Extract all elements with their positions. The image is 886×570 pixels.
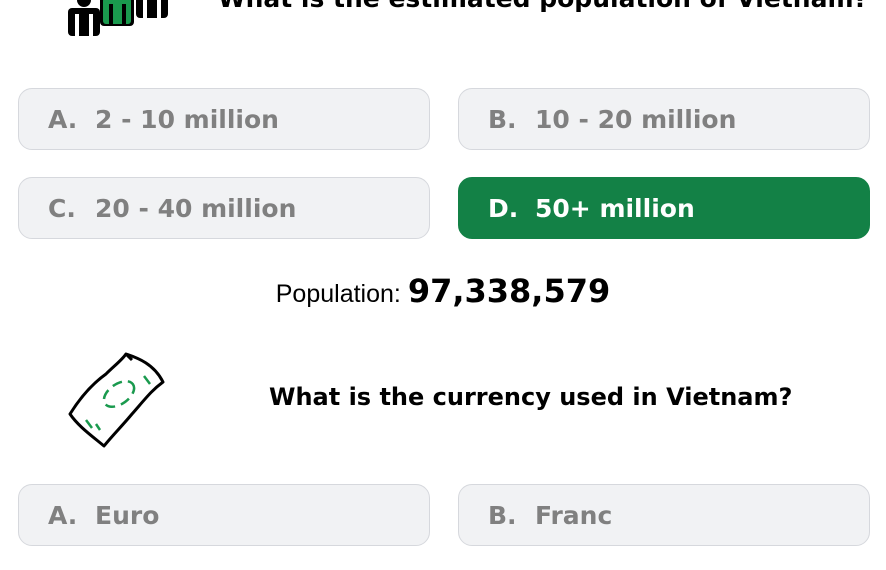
option-label: Euro xyxy=(95,500,160,530)
option-letter: B. xyxy=(488,104,517,134)
q2-option-b[interactable]: B. Franc xyxy=(458,484,870,546)
option-letter: D. xyxy=(488,193,519,223)
money-bill-icon xyxy=(68,352,165,448)
option-letter: C. xyxy=(48,193,76,223)
q1-option-b[interactable]: B. 10 - 20 million xyxy=(458,88,870,150)
question-2-text: What is the currency used in Vietnam? xyxy=(269,383,793,411)
population-label: Population: xyxy=(275,280,401,308)
people-group-icon xyxy=(68,0,168,36)
q1-option-a[interactable]: A. 2 - 10 million xyxy=(18,88,430,150)
option-label: 2 - 10 million xyxy=(95,104,279,134)
option-letter: B. xyxy=(488,500,517,530)
option-label: 10 - 20 million xyxy=(535,104,737,134)
option-letter: A. xyxy=(48,500,78,530)
option-label: 20 - 40 million xyxy=(95,193,297,223)
option-label: 50+ million xyxy=(535,193,695,223)
option-letter: A. xyxy=(48,104,78,134)
question-1-text: What is the estimated population of Viet… xyxy=(218,0,868,13)
q2-option-a[interactable]: A. Euro xyxy=(18,484,430,546)
population-value: 97,338,579 xyxy=(407,272,611,310)
q1-option-c[interactable]: C. 20 - 40 million xyxy=(18,177,430,239)
population-result: Population: 97,338,579 xyxy=(0,272,886,310)
option-label: Franc xyxy=(535,500,613,530)
q1-option-d[interactable]: D. 50+ million xyxy=(458,177,870,239)
